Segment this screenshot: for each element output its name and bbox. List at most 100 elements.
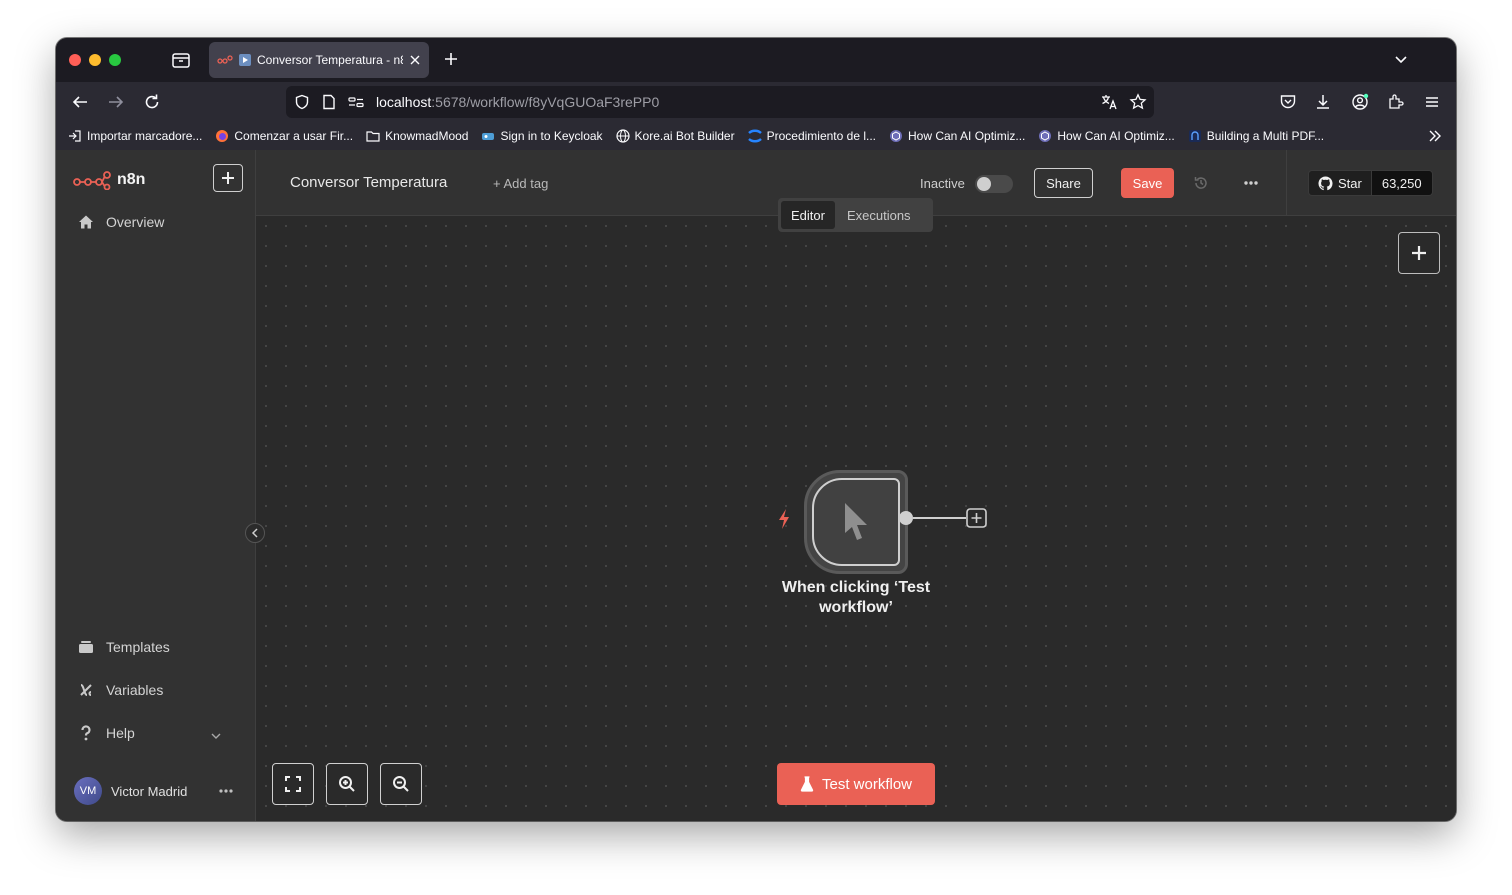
add-node-button[interactable] [1398,232,1440,274]
zoom-to-fit-button[interactable] [272,763,314,805]
bookmark-item[interactable]: Kore.ai Bot Builder [615,129,735,143]
shield-icon[interactable] [294,94,310,110]
sidebar-item-variables[interactable]: Variables [78,682,163,698]
user-menu-dots-icon[interactable] [218,786,234,796]
status-label: Inactive [920,176,965,191]
workflow-canvas[interactable]: When clicking ‘Test workflow’ Test workf… [256,216,1456,821]
translate-icon[interactable] [1100,93,1118,111]
extensions-icon[interactable] [1387,93,1405,111]
n8n-app: n8n Overview Templates Variables Help VM… [56,150,1456,821]
close-window-button[interactable] [69,54,81,66]
github-star-button[interactable]: Star [1309,171,1372,195]
collapse-sidebar-button[interactable] [245,523,265,543]
page-icon [323,94,335,110]
browser-tab-active[interactable]: Conversor Temperatura - n8n [209,42,429,78]
url-text[interactable]: localhost:5678/workflow/f8yVqGUOaF3rePP0 [376,94,659,110]
close-tab-icon[interactable] [409,54,421,66]
tab-executions[interactable]: Executions [837,201,921,229]
history-icon[interactable] [1193,175,1209,191]
reload-icon[interactable] [143,93,161,111]
bookmark-item[interactable]: Comenzar a usar Fir... [215,129,353,143]
create-button[interactable] [213,164,243,192]
keycloak-icon [482,133,495,140]
sidebar-item-overview[interactable]: Overview [78,214,164,230]
chevron-down-icon[interactable] [1394,53,1408,67]
cursor-pointer-icon [845,503,867,540]
chevron-down-icon[interactable] [211,731,221,741]
node-label: When clicking ‘Test workflow’ [781,579,931,616]
templates-icon [79,641,93,653]
share-button[interactable]: Share [1034,168,1093,198]
bookmark-label: KnowmadMood [385,129,469,143]
permissions-icon[interactable] [348,95,364,109]
more-bookmarks-icon[interactable] [1428,129,1442,143]
plus-icon [1412,246,1426,260]
menu-icon[interactable] [1423,93,1441,111]
sidebar: n8n Overview Templates Variables Help VM… [56,150,256,821]
account-icon[interactable] [1351,93,1369,111]
navigation-toolbar: localhost:5678/workflow/f8yVqGUOaF3rePP0 [56,82,1456,122]
forward-arrow-icon[interactable] [107,93,125,111]
test-workflow-button[interactable]: Test workflow [777,763,935,805]
add-tag-link[interactable]: + Add tag [493,176,548,191]
flask-icon [800,776,814,792]
bookmark-item[interactable]: Procedimiento de l... [747,129,876,143]
minimize-window-button[interactable] [89,54,101,66]
tab-overview-icon[interactable] [171,51,191,69]
trigger-bolt-icon [779,509,789,529]
url-path: :5678/workflow/f8yVqGUOaF3rePP0 [431,94,660,110]
trigger-node[interactable] [804,470,908,574]
fit-view-icon [285,776,301,792]
variables-icon [80,684,92,696]
url-bar[interactable]: localhost:5678/workflow/f8yVqGUOaF3rePP0 [286,86,1154,118]
back-arrow-icon[interactable] [71,93,89,111]
zoom-out-icon [393,776,409,792]
chevron-left-icon [251,528,258,538]
zoom-in-button[interactable] [326,763,368,805]
save-button[interactable]: Save [1121,168,1174,198]
github-star-count[interactable]: 63,250 [1371,171,1432,195]
github-star-widget[interactable]: Star 63,250 [1308,170,1433,196]
ai-icon [1039,130,1052,142]
zoom-out-button[interactable] [380,763,422,805]
home-icon [79,215,93,229]
node-output-connector[interactable] [896,506,996,530]
help-icon [81,725,91,741]
test-workflow-label: Test workflow [821,775,913,793]
n8n-logo[interactable]: n8n [73,170,145,190]
plus-icon [222,172,234,184]
more-options-icon[interactable] [1243,177,1259,189]
bookmark-label: Procedimiento de l... [766,129,876,143]
bookmark-label: Building a Multi PDF... [1206,129,1325,143]
bookmarks-bar: Importar marcadore... Comenzar a usar Fi… [56,122,1456,150]
tab-strip: Conversor Temperatura - n8n [56,38,1456,82]
bookmark-label: Sign in to Keycloak [500,129,603,143]
bookmark-item[interactable]: Importar marcadore... [68,129,202,143]
ai-icon [890,130,902,142]
workflow-name[interactable]: Conversor Temperatura [290,174,447,191]
new-tab-icon[interactable] [443,51,459,67]
tab-editor[interactable]: Editor [781,201,835,229]
sidebar-item-help[interactable]: Help [78,725,135,741]
download-icon[interactable] [1314,93,1332,111]
bookmark-label: Kore.ai Bot Builder [634,129,735,143]
editor-mode-switch: Editor Executions [778,198,933,232]
bookmark-item[interactable]: How Can AI Optimiz... [889,129,1025,143]
browser-window: Conversor Temperatura - n8n localhost:56… [56,38,1456,821]
github-icon [1318,175,1333,190]
sidebar-item-label: Templates [106,639,170,655]
n8n-favicon-icon [217,55,233,64]
bookmark-item[interactable]: Sign in to Keycloak [481,129,603,143]
bookmark-star-icon[interactable] [1129,93,1147,111]
user-profile[interactable]: VM Victor Madrid [74,777,187,805]
active-toggle[interactable] [975,175,1013,193]
bookmark-item[interactable]: How Can AI Optimiz... [1038,129,1175,143]
zoom-window-button[interactable] [109,54,121,66]
globe-icon [615,129,630,143]
bookmark-item[interactable]: Building a Multi PDF... [1188,129,1324,143]
sidebar-item-templates[interactable]: Templates [78,639,170,655]
bookmark-item[interactable]: KnowmadMood [366,129,468,143]
pocket-icon[interactable] [1279,93,1297,111]
bookmark-label: Comenzar a usar Fir... [234,129,354,143]
import-icon [69,130,81,142]
